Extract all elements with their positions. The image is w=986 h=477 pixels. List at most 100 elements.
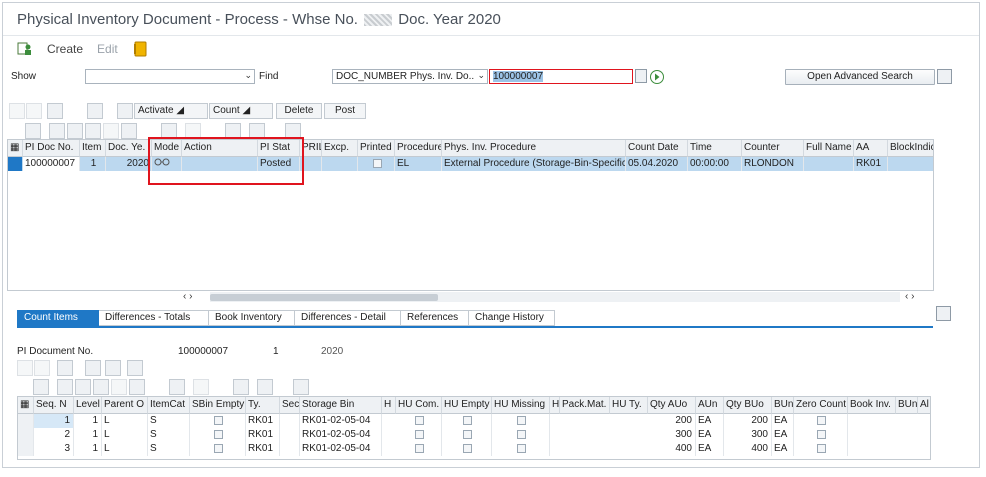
hu-com-checkbox[interactable] [396, 428, 442, 442]
column-header[interactable]: HU Missing [492, 397, 550, 414]
column-header[interactable]: HU Ty. [610, 397, 648, 414]
scroll-thumb[interactable] [210, 294, 438, 301]
scroll-left-right-icon[interactable]: ‹ › [905, 291, 914, 302]
find-icon[interactable] [85, 123, 101, 139]
copy-icon[interactable] [105, 360, 121, 376]
column-header[interactable]: Book Inv. [848, 397, 896, 414]
create-button[interactable]: Create [47, 42, 83, 56]
layout-settings-icon[interactable] [937, 69, 952, 84]
row-selector[interactable] [18, 414, 34, 428]
hu-empty-checkbox[interactable] [442, 414, 492, 428]
hu-missing-checkbox[interactable] [492, 428, 550, 442]
sbin-empty-checkbox[interactable] [190, 442, 246, 456]
column-header[interactable]: Seq. N [34, 397, 74, 414]
column-header[interactable]: Storage Bin [300, 397, 382, 414]
filter-icon[interactable] [129, 379, 145, 395]
zero-count-checkbox[interactable] [794, 414, 848, 428]
user-group-icon[interactable] [17, 41, 33, 57]
column-header[interactable]: Counter [742, 140, 804, 157]
column-header[interactable]: H [550, 397, 560, 414]
sbin-empty-checkbox[interactable] [190, 428, 246, 442]
column-header[interactable]: Excp. [322, 140, 358, 157]
value-help-icon[interactable] [635, 69, 647, 83]
column-header[interactable]: ItemCat [148, 397, 190, 414]
sort-descending-icon[interactable] [75, 379, 91, 395]
open-advanced-search-button[interactable]: Open Advanced Search [785, 69, 935, 85]
column-header[interactable]: Level [74, 397, 102, 414]
hu-missing-checkbox[interactable] [492, 442, 550, 456]
details-icon[interactable] [25, 123, 41, 139]
column-header[interactable]: Printed [358, 140, 395, 157]
arrow-up-icon[interactable] [17, 360, 33, 376]
edit-button[interactable]: Edit [97, 42, 118, 56]
sort-ascending-icon[interactable] [49, 123, 65, 139]
column-header[interactable]: Al [918, 397, 930, 414]
tab-count-items[interactable]: Count Items [17, 310, 99, 326]
column-header[interactable]: Phys. Inv. Procedure [442, 140, 626, 157]
column-header[interactable]: Qty BUo [724, 397, 772, 414]
column-header[interactable]: PI Doc No. [23, 140, 80, 157]
details-icon[interactable] [57, 360, 73, 376]
show-dropdown[interactable]: ⌄ [85, 69, 255, 84]
column-header[interactable]: AUn [696, 397, 724, 414]
column-header[interactable]: Item [80, 140, 106, 157]
column-header[interactable]: H [382, 397, 396, 414]
column-header[interactable]: Zero Count [794, 397, 848, 414]
column-header[interactable]: Parent O [102, 397, 148, 414]
filter-icon[interactable] [121, 123, 137, 139]
post-button[interactable]: Post [324, 103, 366, 119]
find-icon[interactable] [93, 379, 109, 395]
search-input[interactable]: 100000007 [489, 69, 633, 84]
tab-differences-detail[interactable]: Differences - Detail [295, 310, 401, 326]
column-header[interactable]: SBin Empty [190, 397, 246, 414]
tab-book-inventory[interactable]: Book Inventory [209, 310, 295, 326]
row-selector[interactable] [8, 157, 22, 171]
arrow-up-icon[interactable] [9, 103, 25, 119]
export-icon[interactable] [233, 379, 249, 395]
column-header[interactable]: Count Date [626, 140, 688, 157]
column-header[interactable]: Doc. Ye. [106, 140, 152, 157]
row-selector[interactable] [18, 442, 34, 456]
column-header[interactable]: BUn [896, 397, 918, 414]
print-icon[interactable] [117, 103, 133, 119]
notebook-icon[interactable] [132, 41, 148, 57]
column-header[interactable]: Sec [280, 397, 300, 414]
zero-count-checkbox[interactable] [794, 442, 848, 456]
column-header[interactable]: BlockIndic [888, 140, 933, 157]
info-icon[interactable] [293, 379, 309, 395]
column-header[interactable]: AA [854, 140, 888, 157]
column-header[interactable]: BUn [772, 397, 794, 414]
zero-count-checkbox[interactable] [794, 428, 848, 442]
subtotal-icon[interactable] [193, 379, 209, 395]
new-document-icon[interactable] [85, 360, 101, 376]
hu-com-checkbox[interactable] [396, 442, 442, 456]
trash-icon[interactable] [127, 360, 143, 376]
hu-empty-checkbox[interactable] [442, 428, 492, 442]
sort-descending-icon[interactable] [67, 123, 83, 139]
column-header[interactable]: Full Name [804, 140, 854, 157]
hu-com-checkbox[interactable] [396, 414, 442, 428]
activate-button[interactable]: Activate ◢ [134, 103, 208, 119]
hu-missing-checkbox[interactable] [492, 414, 550, 428]
tab-change-history[interactable]: Change History [469, 310, 555, 326]
hu-empty-checkbox[interactable] [442, 442, 492, 456]
arrow-down-icon[interactable] [26, 103, 42, 119]
seq-cell[interactable]: 3 [34, 442, 74, 456]
seq-cell[interactable]: 1 [34, 414, 74, 428]
pi-doc-cell[interactable]: 100000007 [23, 157, 80, 171]
tab-references[interactable]: References [401, 310, 469, 326]
layout-icon[interactable] [257, 379, 273, 395]
column-header[interactable]: Procedure [395, 140, 442, 157]
upper-horizontal-scrollbar[interactable] [210, 292, 900, 302]
find-next-icon[interactable] [103, 123, 119, 139]
execute-search-icon[interactable] [649, 69, 665, 88]
row-selector[interactable] [18, 428, 34, 442]
seq-cell[interactable]: 2 [34, 428, 74, 442]
column-header[interactable]: HU Empty [442, 397, 492, 414]
column-header[interactable]: Pack.Mat. [560, 397, 610, 414]
find-next-icon[interactable] [111, 379, 127, 395]
find-field-dropdown[interactable]: DOC_NUMBER Phys. Inv. Do.. ⌄ [332, 69, 488, 84]
printed-checkbox[interactable] [358, 157, 395, 171]
save-icon[interactable] [87, 103, 103, 119]
details-icon[interactable] [47, 103, 63, 119]
